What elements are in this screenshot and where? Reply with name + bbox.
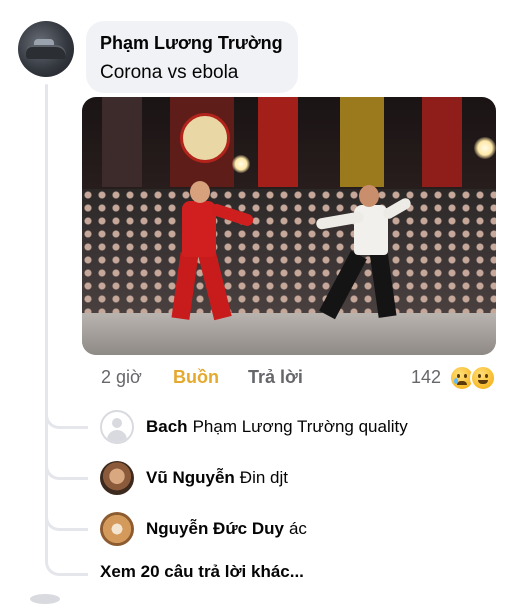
comment-author-name[interactable]: Phạm Lương Trường [100,33,283,54]
comment-photo[interactable] [82,97,496,355]
avatar[interactable] [100,461,134,495]
reaction-count[interactable]: 142 [411,367,441,388]
haha-emoji-icon[interactable] [470,365,496,391]
comment-timestamp[interactable]: 2 giờ [101,367,142,388]
next-comment-avatar [30,594,60,604]
photo-emblem [180,113,230,163]
reply-connector [45,410,88,429]
reply-content: Vũ Nguyễn Đin djt [146,468,288,488]
photo-banner [258,97,298,187]
reply-text: ác [288,519,307,538]
photo-banner [102,97,142,187]
reply-author-name[interactable]: Bach [146,417,188,436]
red-fighter-head [190,181,210,203]
white-fighter-head [359,185,379,207]
reply-author-name[interactable]: Vũ Nguyễn [146,468,235,487]
avatar-shoulders [107,430,127,442]
reaction-button[interactable]: Buồn [173,367,219,388]
thread-line [45,84,48,562]
photo-floor [82,313,496,355]
comment-text: Corona vs ebola [100,62,239,83]
emoji-mouth [457,381,467,385]
avatar-head [112,418,122,428]
comment-bubble: Phạm Lương Trường Corona vs ebola [86,21,298,93]
photo-banner [340,97,384,187]
reply-text: Đin djt [239,468,288,487]
emoji-mouth [478,380,488,384]
reply-button[interactable]: Trả lời [248,367,303,388]
author-avatar[interactable] [18,21,74,77]
photo-banner [422,97,462,187]
avatar-car [26,45,66,59]
reply-content: Nguyễn Đức Duy ác [146,519,307,539]
reply-connector [45,557,88,576]
view-more-replies-link[interactable]: Xem 20 câu trả lời khác... [100,562,304,582]
photo-stage-light [474,137,496,159]
avatar[interactable] [100,512,134,546]
photo-stage-light [232,155,250,173]
default-avatar-icon[interactable] [100,410,134,444]
reply-connector [45,461,88,480]
reply-author-name[interactable]: Nguyễn Đức Duy [146,519,284,538]
reply-text: Phạm Lương Trường quality [192,417,408,436]
reply-connector [45,512,88,531]
reply-content: Bach Phạm Lương Trường quality [146,417,408,437]
photo-crowd [82,189,496,315]
